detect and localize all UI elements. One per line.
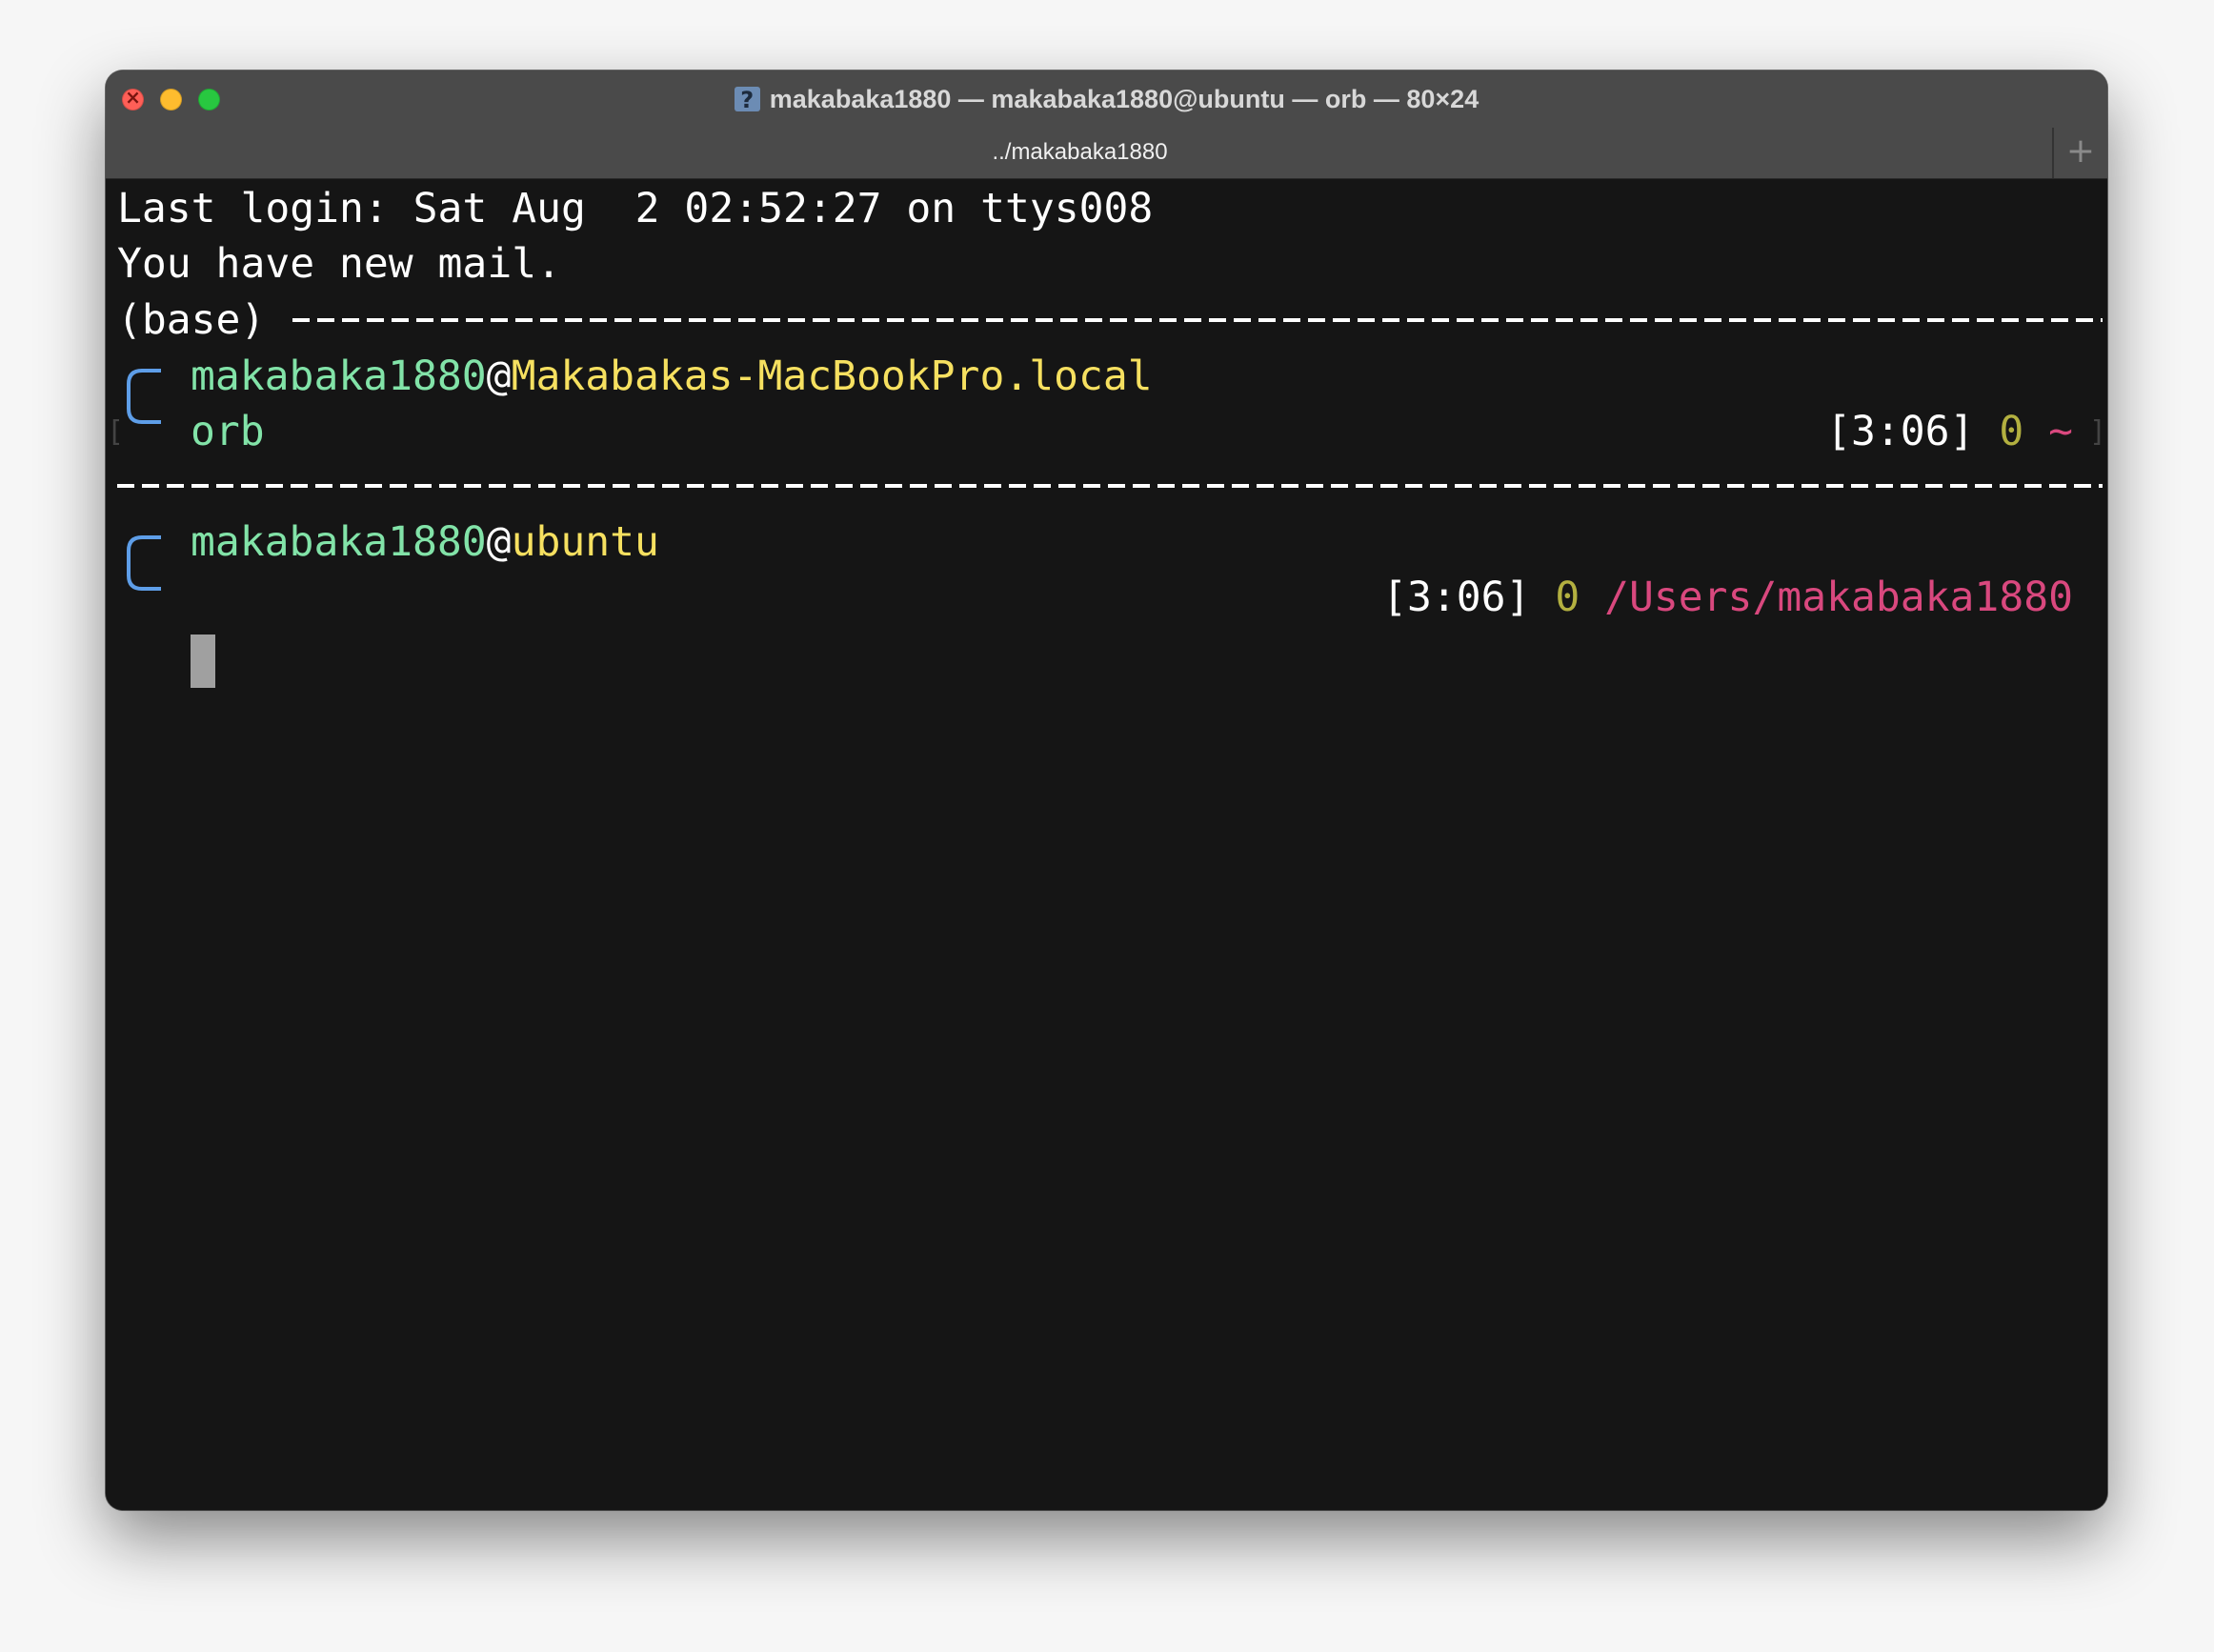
- terminal-window: makabaka1880 — makabaka1880@ubuntu — orb…: [106, 71, 2107, 1510]
- prompt-dir: ~: [2048, 408, 2073, 455]
- separator-line: [117, 484, 2103, 488]
- prompt-bracket-icon: [127, 535, 161, 591]
- prompt-bracket-icon: [127, 369, 161, 424]
- last-login-line: Last login: Sat Aug 2 02:52:27 on ttys00…: [117, 185, 1154, 232]
- prompt-exit-code: 0: [1555, 574, 1580, 621]
- separator-line: [292, 318, 2103, 322]
- title-bar[interactable]: makabaka1880 — makabaka1880@ubuntu — orb…: [106, 71, 2107, 179]
- edge-mark-left: [: [107, 415, 125, 449]
- window-title: makabaka1880 — makabaka1880@ubuntu — orb…: [106, 80, 2107, 119]
- new-tab-button[interactable]: +: [2052, 128, 2107, 178]
- prompt-user-host: makabaka1880@Makabakas-MacBookPro.local: [191, 349, 1153, 404]
- tab-active[interactable]: ../makabaka1880: [106, 135, 2054, 170]
- prompt-host: ubuntu: [511, 518, 659, 566]
- env-prefix: (base): [117, 296, 266, 344]
- prompt-exit-code: 0: [1999, 408, 2024, 455]
- prompt-right-status: [3:06] 0 /Users/makabaka1880: [1382, 570, 2073, 625]
- prompt-at: @: [486, 353, 512, 400]
- text-cursor[interactable]: [191, 635, 215, 688]
- prompt-command: orb: [191, 408, 265, 455]
- tab-bar: ../makabaka1880 +: [106, 128, 2107, 178]
- prompt-user: makabaka1880: [191, 518, 487, 566]
- terminal-help-icon: [734, 81, 760, 119]
- prompt-time: [3:06]: [1382, 574, 1531, 621]
- prompt-dir: /Users/makabaka1880: [1604, 574, 2073, 621]
- prompt-at: @: [486, 518, 512, 566]
- prompt-user-host: makabaka1880@ubuntu: [191, 514, 659, 570]
- prompt-host: Makabakas-MacBookPro.local: [511, 353, 1153, 400]
- mail-notice-line: You have new mail.: [117, 240, 561, 288]
- edge-mark-right: ]: [2088, 415, 2106, 449]
- prompt-right-status: [3:06] 0 ~: [1826, 404, 2073, 459]
- prompt-user: makabaka1880: [191, 353, 487, 400]
- terminal-content[interactable]: Last login: Sat Aug 2 02:52:27 on ttys00…: [106, 179, 2107, 1510]
- prompt-time: [3:06]: [1826, 408, 1975, 455]
- window-title-text: makabaka1880 — makabaka1880@ubuntu — orb…: [769, 85, 1479, 113]
